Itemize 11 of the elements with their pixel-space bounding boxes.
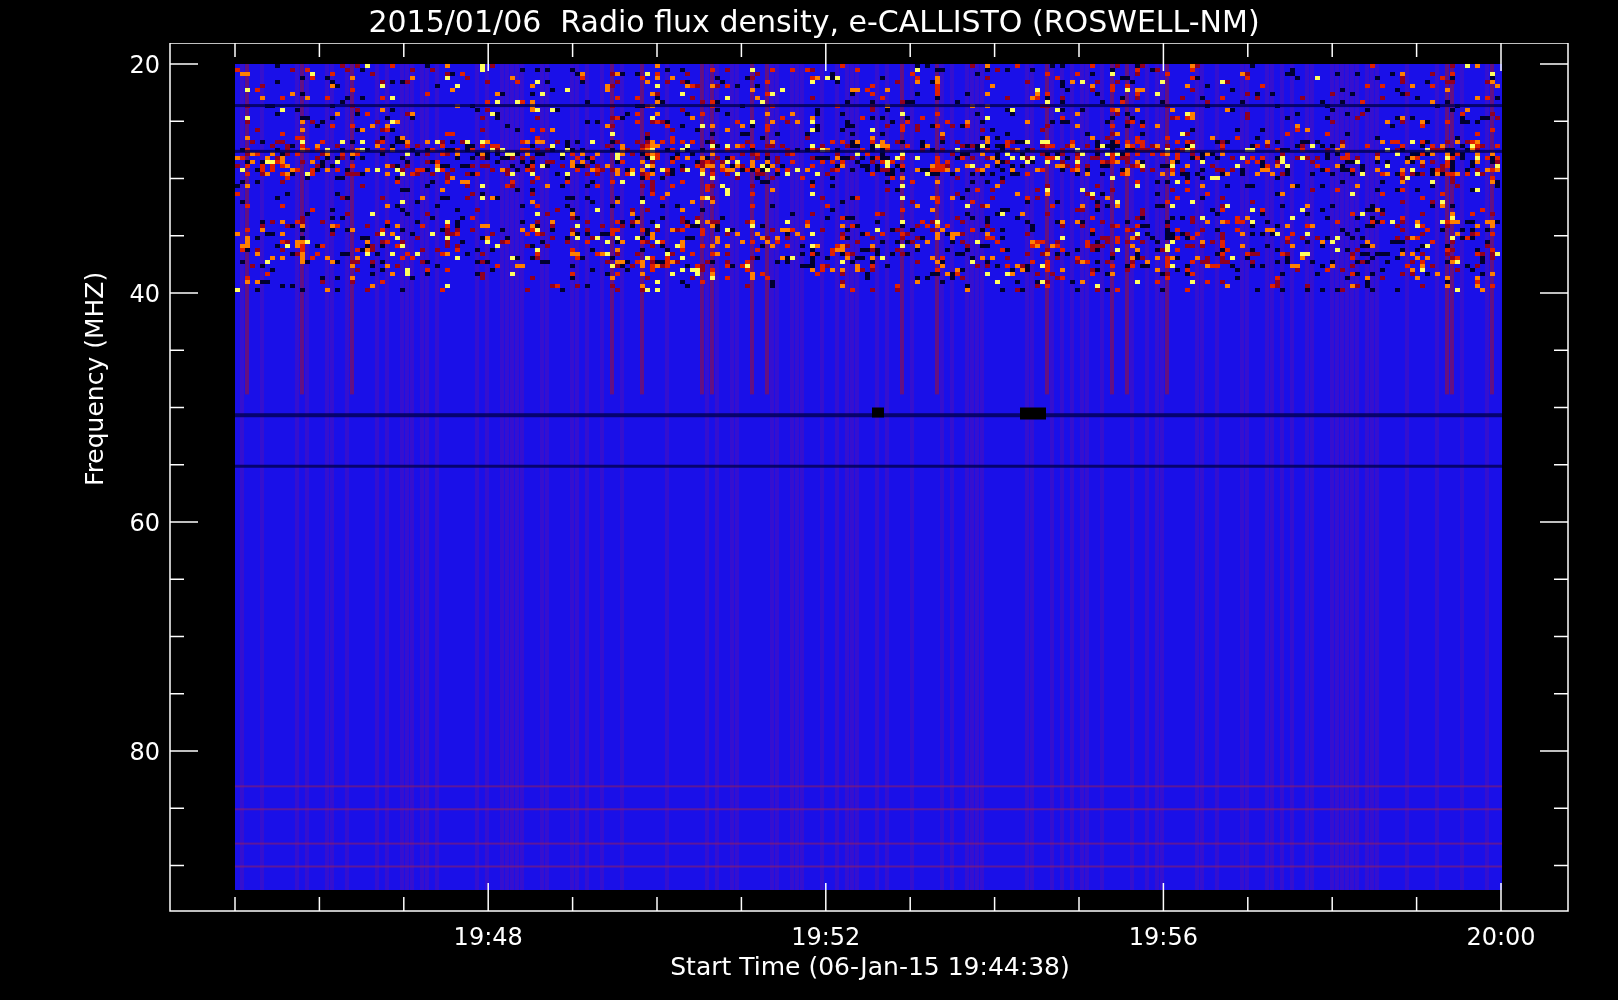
y-axis-label: Frequency (MHZ): [80, 271, 109, 486]
y-tick-label: 20: [129, 51, 160, 79]
x-tick-label: 20:00: [1466, 923, 1536, 951]
chart-title: 2015/01/06 Radio flux density, e-CALLISTO (ROSWELL-NM): [367, 3, 1261, 41]
x-tick-label: 19:52: [791, 923, 861, 951]
y-tick-label: 80: [129, 738, 160, 766]
x-axis-label: Start Time (06-Jan-15 19:44:38): [670, 952, 1070, 981]
x-tick-label: 19:48: [453, 923, 523, 951]
y-tick-label: 60: [129, 509, 160, 537]
x-tick-label: 19:56: [1128, 923, 1198, 951]
y-tick-label: 40: [129, 280, 160, 308]
